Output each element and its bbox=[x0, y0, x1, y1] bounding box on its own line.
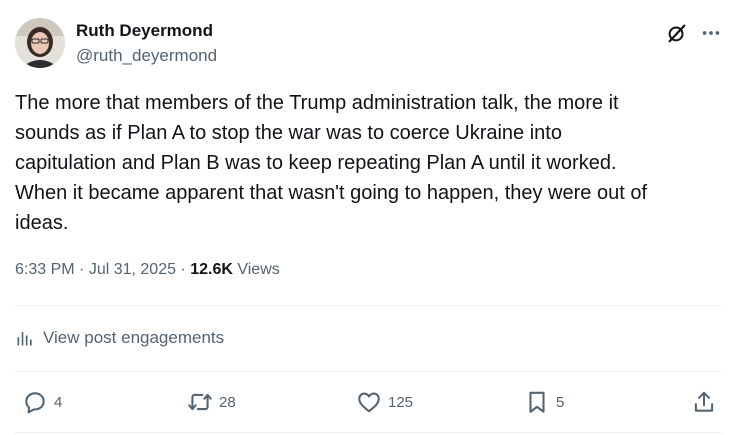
meta-separator: · bbox=[74, 261, 89, 278]
views-label: Views bbox=[232, 261, 280, 278]
share-icon bbox=[694, 391, 714, 412]
divider bbox=[15, 371, 723, 372]
view-engagements-link[interactable]: View post engagements bbox=[15, 326, 224, 350]
share-button[interactable] bbox=[691, 389, 717, 415]
avatar[interactable] bbox=[15, 18, 65, 68]
bookmark-count: 5 bbox=[556, 393, 565, 411]
author-display-name[interactable]: Ruth Deyermond bbox=[76, 21, 213, 41]
analytics-icon bbox=[17, 332, 32, 346]
more-icon bbox=[702, 31, 720, 35]
bookmark-icon bbox=[529, 391, 545, 413]
post-date-link[interactable]: Jul 31, 2025 bbox=[89, 261, 176, 278]
reply-icon bbox=[25, 392, 45, 414]
views-count: 12.6K bbox=[190, 261, 233, 278]
repost-button[interactable]: 28 bbox=[187, 389, 236, 415]
meta-separator: · bbox=[176, 261, 191, 278]
heart-icon bbox=[358, 392, 380, 413]
post-text: The more that members of the Trump admin… bbox=[15, 92, 648, 234]
avatar-image bbox=[15, 18, 65, 68]
post-card: Ruth Deyermond @ruth_deyermond The more … bbox=[0, 0, 742, 435]
post-time-link[interactable]: 6:33 PM bbox=[15, 261, 75, 278]
grok-button[interactable] bbox=[664, 20, 690, 46]
like-count: 125 bbox=[388, 393, 414, 411]
post-meta: 6:33 PM · Jul 31, 2025 · 12.6K Views bbox=[15, 260, 280, 280]
reply-button[interactable]: 4 bbox=[22, 389, 62, 415]
bookmark-button[interactable]: 5 bbox=[524, 389, 564, 415]
author-handle[interactable]: @ruth_deyermond bbox=[76, 46, 217, 66]
divider bbox=[15, 432, 723, 433]
like-button[interactable]: 125 bbox=[356, 389, 413, 415]
more-options-button[interactable] bbox=[698, 20, 724, 46]
grok-icon bbox=[668, 24, 686, 43]
repost-icon bbox=[188, 393, 212, 411]
reply-count: 4 bbox=[54, 393, 63, 411]
divider bbox=[15, 305, 723, 306]
view-engagements-label: View post engagements bbox=[43, 328, 225, 347]
repost-count: 28 bbox=[219, 393, 236, 411]
